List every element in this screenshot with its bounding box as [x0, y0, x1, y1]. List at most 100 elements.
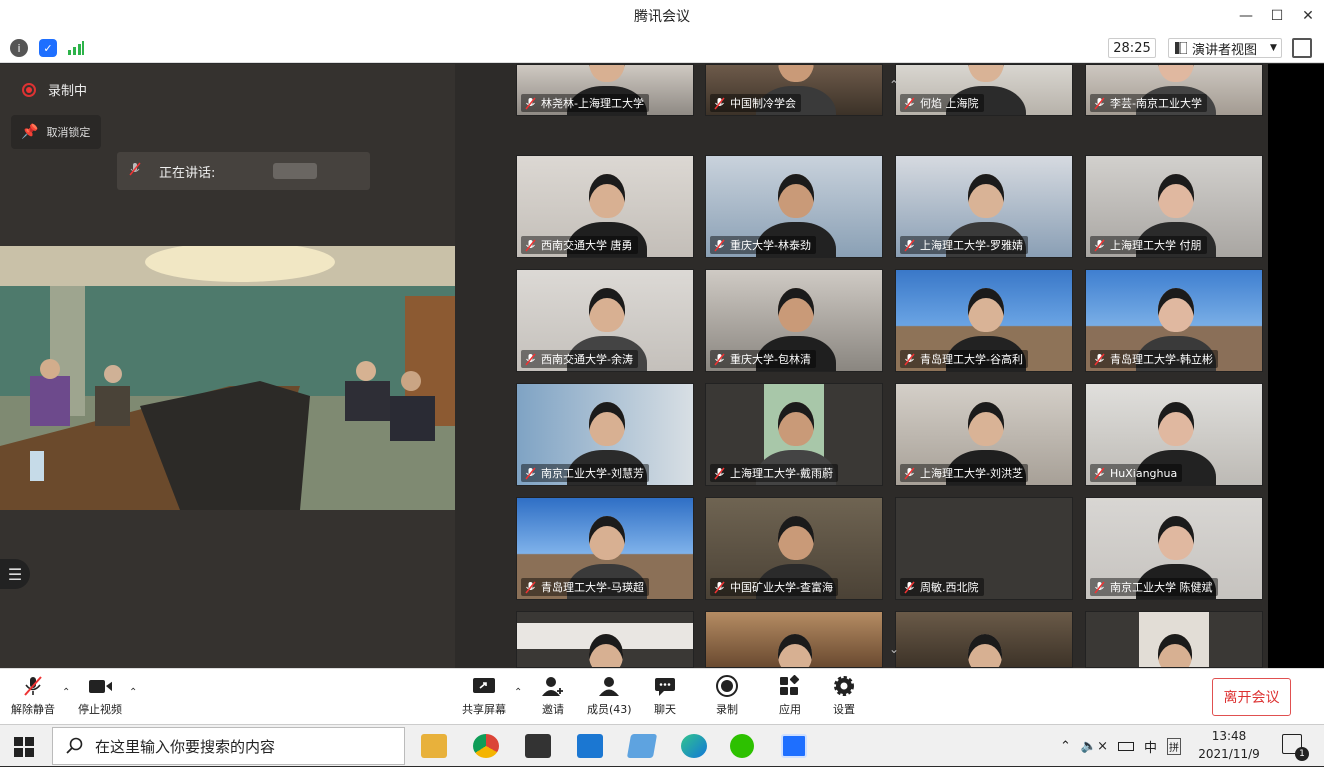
notification-icon[interactable]: 1 — [1282, 734, 1309, 761]
participant-tile[interactable] — [1085, 611, 1263, 668]
laptop-icon[interactable] — [626, 734, 658, 758]
record-dot-icon — [22, 82, 36, 97]
participant-tile[interactable]: 南京工业大学-刘慧芳 — [516, 383, 694, 486]
invite-button[interactable]: 邀请 — [541, 675, 565, 717]
participant-tile[interactable]: 重庆大学-林泰劲 — [705, 155, 883, 258]
participant-face — [1158, 174, 1194, 218]
participant-tile[interactable]: HuXianghua — [1085, 383, 1263, 486]
participant-tile[interactable]: 西南交通大学 唐勇 — [516, 155, 694, 258]
participant-name: 上海理工大学 付朋 — [1110, 239, 1202, 252]
title-bar: 腾讯会议 — [0, 0, 1324, 32]
participant-face — [1158, 402, 1194, 446]
unmute-label: 解除静音 — [11, 703, 55, 716]
participant-tile[interactable]: 李芸-南京工业大学 — [1085, 64, 1263, 116]
speaking-indicator: 正在讲话: — [117, 152, 370, 190]
participant-face — [1158, 516, 1194, 560]
volume-muted-icon[interactable]: 🔈× — [1081, 739, 1108, 754]
participant-tile[interactable]: 中国制冷学会 — [705, 64, 883, 116]
participant-name-label: 何焰 上海院 — [900, 94, 984, 112]
settings-button[interactable]: 设置 — [832, 675, 856, 717]
participant-tile[interactable]: 西南交通大学-余涛 — [516, 269, 694, 372]
participant-tile[interactable]: 青岛理工大学-韩立彬 — [1085, 269, 1263, 372]
participant-tile[interactable]: 中国矿业大学-查富海 — [705, 497, 883, 600]
battery-icon[interactable] — [1118, 741, 1134, 751]
chevron-down-icon: ▼ — [1270, 43, 1277, 53]
participant-face — [968, 288, 1004, 332]
info-icon[interactable]: i — [10, 39, 28, 57]
participant-tile[interactable]: 上海理工大学-罗雅婧 — [895, 155, 1073, 258]
participant-name-label: 上海理工大学-戴雨蔚 — [710, 464, 838, 482]
fullscreen-icon[interactable] — [1292, 38, 1312, 58]
scroll-down-icon[interactable]: ⌄ — [883, 638, 905, 660]
participant-tile[interactable]: 周敏.西北院 — [895, 497, 1073, 600]
participant-tile[interactable]: 青岛理工大学-马瑛超 — [516, 497, 694, 600]
participant-name-label: 上海理工大学-刘洪芝 — [900, 464, 1028, 482]
chrome-icon[interactable] — [473, 734, 499, 758]
unlock-label: 取消锁定 — [46, 126, 91, 139]
record-button[interactable]: 录制 — [715, 675, 739, 717]
chevron-up-icon[interactable]: ⌃ — [514, 687, 522, 698]
signal-icon[interactable] — [67, 39, 85, 57]
participant-name-label: 重庆大学-包林清 — [710, 350, 816, 368]
participant-tile[interactable]: 青岛理工大学-谷高利 — [895, 269, 1073, 372]
chat-icon — [653, 675, 677, 697]
windows-start-icon[interactable] — [14, 737, 34, 757]
chevron-up-icon[interactable]: ⌃ — [62, 687, 70, 698]
wechat-icon[interactable] — [730, 734, 754, 758]
camera-icon — [88, 675, 112, 697]
participant-face — [589, 516, 625, 560]
participant-tile[interactable]: 南京工业大学 陈健斌 — [1085, 497, 1263, 600]
apps-label: 应用 — [779, 703, 801, 716]
view-mode-dropdown[interactable]: 演讲者视图 ▼ — [1168, 38, 1282, 58]
mic-muted-icon — [524, 239, 537, 252]
taskbar-clock[interactable]: 13:48 2021/11/9 — [1194, 727, 1264, 763]
pin-icon: 📌 — [21, 124, 39, 140]
apps-button[interactable]: 应用 — [778, 675, 802, 717]
chevron-up-icon[interactable]: ⌃ — [1060, 739, 1071, 754]
participant-face — [1158, 288, 1194, 332]
participant-name-label: 重庆大学-林泰劲 — [710, 236, 816, 254]
participant-tile[interactable]: 何焰 上海院 — [895, 64, 1073, 116]
unmute-button[interactable]: 解除静音 — [11, 675, 55, 717]
participant-name-label: 周敏.西北院 — [900, 578, 984, 596]
close-button[interactable]: ✕ — [1290, 0, 1324, 32]
recording-label: 录制中 — [48, 84, 88, 99]
shield-icon[interactable]: ✓ — [39, 39, 57, 57]
participant-name-label: 南京工业大学-刘慧芳 — [521, 464, 649, 482]
list-icon[interactable]: ☰ — [0, 559, 30, 589]
participant-name: 青岛理工大学-谷高利 — [920, 353, 1023, 366]
layout-icon — [1175, 42, 1187, 54]
file-explorer-icon[interactable] — [421, 734, 447, 758]
unlock-button[interactable]: 📌 取消锁定 — [11, 115, 101, 149]
mail-icon[interactable] — [577, 734, 603, 758]
participant-tile[interactable]: 重庆大学-包林清 — [705, 269, 883, 372]
store-icon[interactable] — [525, 734, 551, 758]
members-button[interactable]: 成员(43) — [587, 675, 632, 717]
participant-name: 上海理工大学-罗雅婧 — [920, 239, 1023, 252]
participant-tile[interactable]: 上海理工大学 付朋 — [1085, 155, 1263, 258]
mic-muted-icon — [1093, 581, 1106, 594]
participant-tile[interactable] — [895, 611, 1073, 668]
edge-icon[interactable] — [681, 734, 707, 758]
taskbar-search-input[interactable]: 在这里输入你要搜索的内容 — [52, 727, 405, 765]
mic-muted-icon — [1093, 239, 1106, 252]
chevron-up-icon[interactable]: ⌃ — [129, 687, 137, 698]
leave-meeting-button[interactable]: 离开会议 — [1212, 678, 1291, 716]
participant-tile[interactable] — [705, 611, 883, 668]
scroll-up-icon[interactable]: ⌃ — [883, 74, 905, 96]
participant-tile[interactable]: 林尧林-上海理工大学 — [516, 64, 694, 116]
meeting-timer: 28:25 — [1108, 38, 1156, 58]
chat-button[interactable]: 聊天 — [653, 675, 677, 717]
ime-mode-label[interactable]: 拼 — [1167, 737, 1182, 755]
participant-tile[interactable]: 上海理工大学-戴雨蔚 — [705, 383, 883, 486]
main-video — [0, 246, 455, 510]
participant-tile[interactable] — [516, 611, 694, 668]
ime-label[interactable]: 中 — [1144, 737, 1157, 756]
mic-muted-icon — [1093, 353, 1106, 366]
participant-tile[interactable]: 上海理工大学-刘洪芝 — [895, 383, 1073, 486]
stop-video-button[interactable]: 停止视频 — [78, 675, 122, 717]
tencent-meeting-icon[interactable] — [781, 734, 807, 758]
record-icon — [715, 675, 739, 697]
share-screen-button[interactable]: 共享屏幕 — [462, 675, 506, 717]
participant-name: 上海理工大学-刘洪芝 — [920, 467, 1023, 480]
